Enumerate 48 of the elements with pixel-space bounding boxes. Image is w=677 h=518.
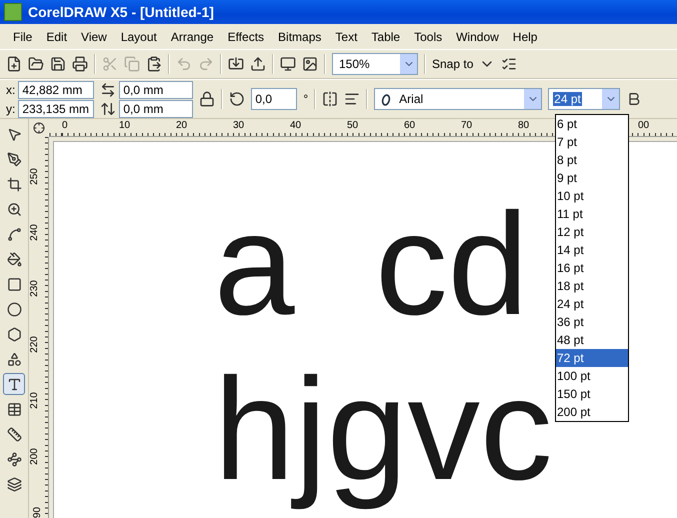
vertical-ruler: 250 240 230 220 210 200 90 (29, 137, 49, 518)
app-icon (4, 3, 22, 21)
x-label: x: (6, 82, 16, 96)
font-size-option[interactable]: 72 pt (556, 349, 628, 367)
menu-item[interactable]: Text (328, 30, 364, 44)
menu-item[interactable]: Help (506, 30, 544, 44)
menu-item[interactable]: Effects (220, 30, 272, 44)
menu-item[interactable]: Table (364, 30, 408, 44)
picture-icon[interactable] (302, 56, 318, 72)
monitor-icon[interactable] (280, 56, 296, 72)
checklist-icon[interactable] (501, 56, 518, 72)
zoom-level-field[interactable]: 150% (332, 53, 418, 75)
print-icon[interactable] (72, 56, 88, 72)
rotate-icon[interactable] (229, 91, 246, 107)
export-icon[interactable] (250, 56, 266, 72)
save-icon[interactable] (50, 56, 66, 72)
lock-icon[interactable] (199, 91, 216, 107)
menu-item[interactable]: Layout (114, 30, 164, 44)
artistic-text[interactable]: hjgvc (214, 347, 552, 512)
open-folder-icon[interactable] (28, 56, 44, 72)
opentype-font-icon (381, 94, 392, 106)
font-size-field[interactable]: 24 pt (548, 88, 620, 110)
import-icon[interactable] (228, 56, 244, 72)
snap-to-button[interactable]: Snap to (432, 57, 474, 71)
window-title: CorelDRAW X5 - [Untitled-1] (28, 4, 214, 20)
menu-item[interactable]: Window (449, 30, 506, 44)
mirror-icon[interactable] (322, 91, 338, 107)
text-tool-icon[interactable] (3, 373, 25, 395)
y-label: y: (6, 102, 16, 116)
y-position-field[interactable]: 233,135 mm (18, 100, 94, 118)
artistic-text[interactable]: a cd (214, 182, 528, 347)
menu-item[interactable]: Bitmaps (271, 30, 328, 44)
font-name-field[interactable]: Arial (374, 88, 542, 110)
menu-item[interactable]: File (6, 30, 40, 44)
menu-item[interactable]: Edit (39, 30, 74, 44)
menu-item[interactable]: View (74, 30, 114, 44)
height-field[interactable]: 0,0 mm (119, 100, 194, 118)
menu-item[interactable]: Tools (407, 30, 450, 44)
paste-icon[interactable] (146, 56, 162, 72)
degree-sign: ° (303, 92, 308, 106)
menu-item[interactable]: Arrange (164, 30, 221, 44)
angle-field[interactable]: 0,0 (251, 88, 298, 110)
x-position-field[interactable]: 42,882 mm (18, 80, 94, 98)
width-icon[interactable] (100, 82, 116, 98)
width-field[interactable]: 0,0 mm (119, 80, 194, 98)
align-icon[interactable] (344, 91, 360, 107)
height-icon[interactable] (100, 100, 116, 116)
new-document-icon[interactable] (6, 56, 22, 72)
